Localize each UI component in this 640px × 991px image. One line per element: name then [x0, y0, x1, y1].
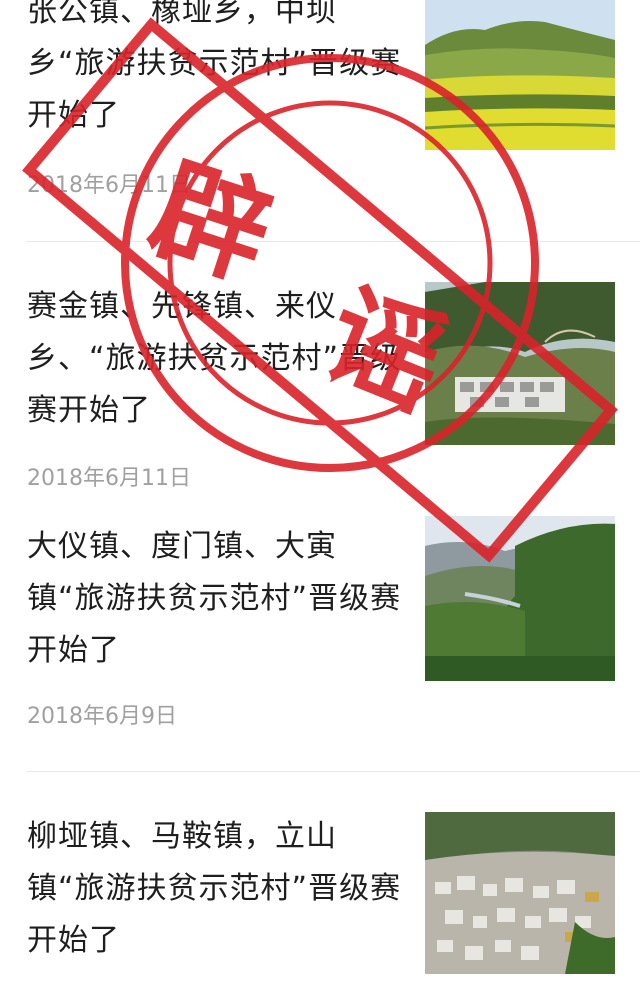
article-title[interactable]: 大仪镇、度门镇、大寅镇“旅游扶贫示范村”晋级赛开始了 [27, 521, 412, 677]
article-date: 2018年6月11日 [27, 466, 191, 491]
divider [26, 771, 640, 772]
article-thumbnail[interactable] [425, 812, 615, 974]
article-feed: 张公镇、橡垭乡，中坝乡“旅游扶贫示范村”晋级赛开始了 2018年6月11日 赛金… [0, 0, 640, 991]
article-thumbnail[interactable] [425, 282, 615, 445]
article-date: 2018年6月9日 [27, 704, 177, 729]
article-title[interactable]: 张公镇、橡垭乡，中坝乡“旅游扶贫示范村”晋级赛开始了 [27, 0, 412, 142]
divider [26, 241, 640, 242]
article-title[interactable]: 柳垭镇、马鞍镇，立山镇“旅游扶贫示范村”晋级赛开始了 [27, 811, 412, 967]
article-thumbnail[interactable] [425, 516, 615, 681]
article-title[interactable]: 赛金镇、先锋镇、来仪乡、“旅游扶贫示范村”晋级赛开始了 [27, 281, 412, 437]
article-date: 2018年6月11日 [27, 173, 191, 198]
article-thumbnail[interactable] [425, 0, 615, 150]
